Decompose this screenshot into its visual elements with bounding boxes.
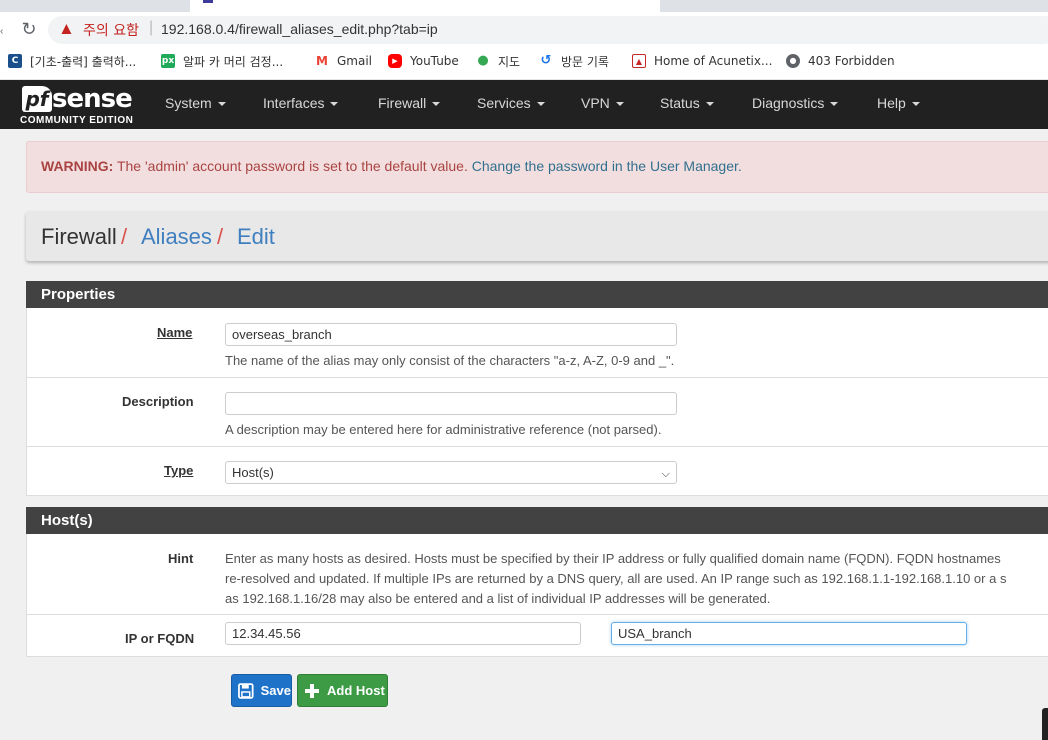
description-label: Description bbox=[122, 394, 194, 409]
nav-firewall[interactable]: Firewall bbox=[378, 95, 441, 111]
nav-system[interactable]: System bbox=[165, 95, 226, 111]
add-host-button[interactable]: Add Host bbox=[297, 674, 388, 707]
breadcrumb-separator: / bbox=[217, 224, 224, 249]
browser-tab-strip bbox=[0, 0, 1048, 12]
bookmark-item[interactable]: ● 403 Forbidden bbox=[786, 52, 895, 70]
caret-down-icon bbox=[911, 102, 920, 107]
bookmark-item[interactable]: ↺ 방문 기록 bbox=[539, 52, 609, 70]
logo-edition: COMMUNITY EDITION bbox=[20, 115, 134, 126]
breadcrumb-aliases-link[interactable]: Aliases bbox=[141, 224, 212, 250]
youtube-icon: ▶ bbox=[388, 54, 402, 68]
logo-pf-mark: pf bbox=[22, 86, 52, 112]
nav-interfaces[interactable]: Interfaces bbox=[263, 95, 339, 111]
alias-name-input[interactable]: overseas_branch bbox=[225, 323, 677, 346]
hosts-title: Host(s) bbox=[41, 512, 93, 529]
pfsense-logo[interactable]: pf sense COMMUNITY EDITION bbox=[20, 84, 137, 126]
hosts-panel-header bbox=[26, 507, 1048, 534]
tab-favicon-stub bbox=[203, 0, 213, 3]
save-button[interactable]: Save bbox=[231, 674, 292, 707]
globe-icon: ● bbox=[786, 54, 800, 68]
alert-message: WARNING: The 'admin' account password is… bbox=[41, 158, 742, 174]
bookmark-item[interactable]: px 알파 카 머리 검정... bbox=[161, 52, 283, 70]
bookmark-item[interactable]: ▶ YouTube bbox=[388, 52, 459, 70]
maps-pin-icon: ● bbox=[476, 53, 490, 68]
ip-fqdn-input[interactable]: 12.34.45.56 bbox=[225, 622, 581, 645]
host-description-input[interactable]: USA_branch bbox=[611, 622, 967, 645]
warning-triangle-icon[interactable]: ▲ bbox=[58, 19, 75, 39]
back-arrow-icon[interactable]: ‹ bbox=[0, 26, 4, 37]
px-icon: px bbox=[161, 54, 175, 68]
chevron-down-icon: ⌵ bbox=[661, 468, 670, 480]
properties-title: Properties bbox=[41, 286, 116, 303]
hint-label: Hint bbox=[168, 551, 194, 566]
logo-sense-text: sense bbox=[52, 84, 133, 114]
type-select[interactable]: Host(s) ⌵ bbox=[225, 461, 677, 484]
bookmark-item[interactable]: ▲ Home of Acunetix... bbox=[632, 52, 772, 70]
bookmark-item[interactable]: C [기초-출력] 출력하... bbox=[8, 52, 136, 70]
nav-vpn[interactable]: VPN bbox=[581, 95, 624, 111]
plus-icon bbox=[305, 683, 319, 698]
caret-down-icon bbox=[705, 102, 714, 107]
bookmark-item[interactable]: M Gmail bbox=[315, 52, 372, 70]
bookmark-item[interactable]: ● 지도 bbox=[476, 52, 520, 70]
breadcrumb-firewall: Firewall bbox=[41, 224, 117, 249]
security-warning-label[interactable]: 주의 요함 bbox=[83, 20, 139, 40]
caret-down-icon bbox=[536, 102, 545, 107]
nav-diagnostics[interactable]: Diagnostics bbox=[752, 95, 839, 111]
row-divider bbox=[27, 377, 1048, 378]
type-label: Type bbox=[164, 463, 194, 478]
name-label: Name bbox=[157, 325, 193, 340]
url-separator: | bbox=[149, 19, 154, 36]
codeup-icon: C bbox=[8, 54, 22, 68]
caret-down-icon bbox=[615, 102, 624, 107]
row-divider bbox=[27, 614, 1048, 615]
properties-panel-header bbox=[26, 281, 1048, 308]
ip-fqdn-label: IP or FQDN bbox=[125, 631, 195, 646]
gmail-icon: M bbox=[315, 54, 329, 68]
nav-status[interactable]: Status bbox=[660, 95, 714, 111]
acunetix-icon: ▲ bbox=[632, 54, 646, 68]
breadcrumb-separator: / bbox=[121, 224, 128, 249]
browser-tab-active[interactable] bbox=[190, 0, 660, 12]
caret-down-icon bbox=[217, 102, 226, 107]
description-help-text: A description may be entered here for ad… bbox=[225, 422, 662, 437]
hint-text-line2: re-resolved and updated. If multiple IPs… bbox=[225, 571, 1007, 586]
hint-text-line3: as 192.168.1.16/28 may also be entered a… bbox=[225, 591, 771, 606]
name-help-text: The name of the alias may only consist o… bbox=[225, 353, 675, 368]
nav-help[interactable]: Help bbox=[877, 95, 920, 111]
window-edge-stub bbox=[1042, 708, 1048, 740]
url-text[interactable]: 192.168.0.4/firewall_aliases_edit.php?ta… bbox=[161, 21, 438, 37]
caret-down-icon bbox=[330, 102, 339, 107]
reload-icon[interactable]: ↻ bbox=[18, 18, 40, 40]
history-icon: ↺ bbox=[539, 53, 553, 68]
row-divider bbox=[27, 446, 1048, 447]
save-icon bbox=[238, 682, 254, 699]
nav-services[interactable]: Services bbox=[477, 95, 545, 111]
breadcrumb-edit-link[interactable]: Edit bbox=[237, 224, 275, 250]
description-input[interactable] bbox=[225, 392, 677, 415]
caret-down-icon bbox=[432, 102, 441, 107]
change-password-link[interactable]: Change the password in the User Manager. bbox=[472, 158, 742, 174]
hint-text-line1: Enter as many hosts as desired. Hosts mu… bbox=[225, 551, 1001, 566]
caret-down-icon bbox=[830, 102, 839, 107]
